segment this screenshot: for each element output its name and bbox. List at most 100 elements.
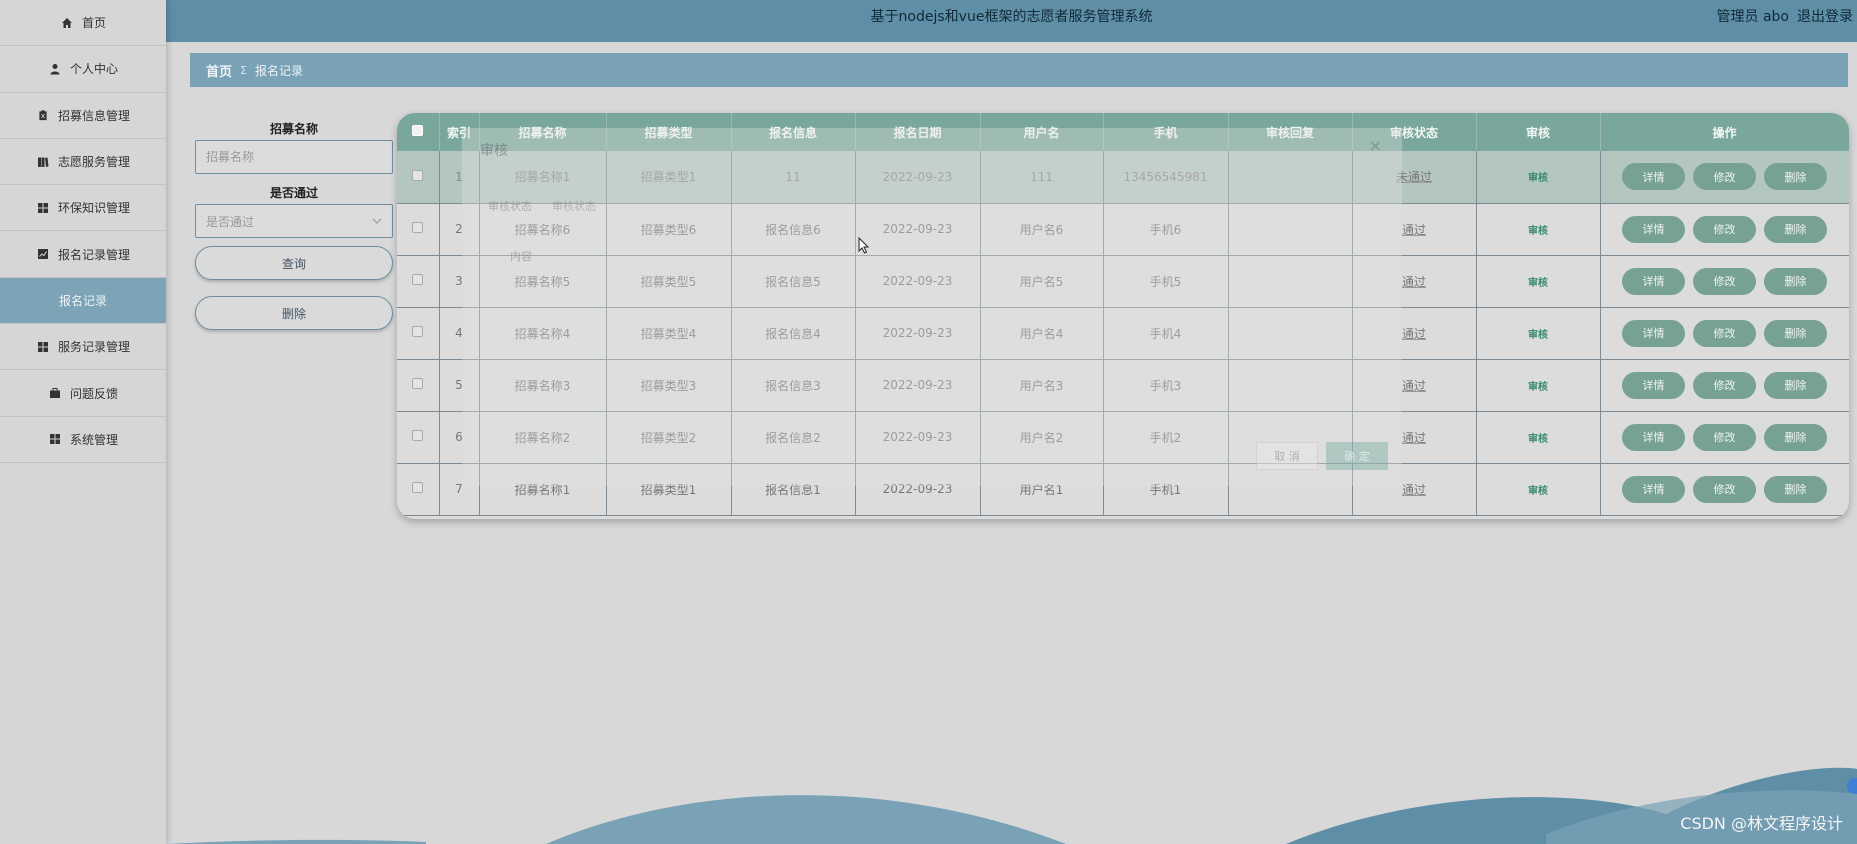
sidebar-item-9[interactable]: 系统管理 xyxy=(0,417,166,463)
sidebar-item-3[interactable]: 志愿服务管理 xyxy=(0,139,166,186)
detail-button[interactable]: 详情 xyxy=(1622,163,1685,191)
edit-button[interactable]: 修改 xyxy=(1693,423,1756,451)
detail-button[interactable]: 详情 xyxy=(1622,475,1685,503)
user-area: 管理员 abo 退出登录 xyxy=(1717,0,1853,34)
sidebar-item-label: 招募信息管理 xyxy=(57,108,130,123)
edit-button[interactable]: 修改 xyxy=(1693,267,1756,295)
row-checkbox[interactable] xyxy=(397,359,440,412)
grid-icon xyxy=(36,201,50,215)
row-delete-button[interactable]: 删除 xyxy=(1764,371,1827,399)
detail-button[interactable]: 详情 xyxy=(1622,371,1685,399)
sidebar-item-4[interactable]: 环保知识管理 xyxy=(0,185,166,232)
breadcrumb-current: 报名记录 xyxy=(254,63,303,78)
sidebar-item-7[interactable]: 服务记录管理 xyxy=(0,324,166,371)
table-cell[interactable]: 审核 xyxy=(1476,255,1601,308)
chevron-down-icon xyxy=(372,218,382,224)
column-header: 操作 xyxy=(1600,113,1849,151)
sidebar-item-label: 报名记录 xyxy=(58,293,107,308)
dialog-ok-button[interactable]: 确 定 xyxy=(1326,442,1388,470)
dialog-status-select[interactable]: 审核状态 xyxy=(552,198,596,214)
cell-audit[interactable]: 审核 xyxy=(1528,486,1548,497)
logout-link[interactable]: 退出登录 xyxy=(1797,0,1853,34)
briefcase-icon xyxy=(48,386,62,400)
clipboard-icon xyxy=(36,108,50,122)
row-delete-button[interactable]: 删除 xyxy=(1764,163,1827,191)
detail-button[interactable]: 详情 xyxy=(1622,319,1685,347)
edit-button[interactable]: 修改 xyxy=(1693,475,1756,503)
pass-label: 是否通过 xyxy=(269,186,318,200)
decorative-waves xyxy=(166,767,1857,844)
grid-icon xyxy=(36,340,50,354)
sidebar-item-label: 报名记录管理 xyxy=(57,247,130,262)
cell-audit[interactable]: 审核 xyxy=(1528,330,1548,341)
breadcrumb: 首页 Σ 报名记录 xyxy=(190,53,1848,87)
select-all-checkbox[interactable] xyxy=(397,113,440,151)
row-actions: 详情 修改 删除 xyxy=(1600,151,1849,204)
system-title: 基于nodejs和vue框架的志愿者服务管理系统 xyxy=(870,9,1153,25)
sidebar-item-label: 服务记录管理 xyxy=(57,340,130,355)
edit-button[interactable]: 修改 xyxy=(1693,319,1756,347)
book-icon xyxy=(36,155,50,169)
name-search-input[interactable] xyxy=(195,140,393,174)
row-actions: 详情 修改 删除 xyxy=(1600,255,1849,308)
user-label: 管理员 abo xyxy=(1716,9,1789,25)
sidebar-item-1[interactable]: 个人中心 xyxy=(0,46,166,93)
row-actions: 详情 修改 删除 xyxy=(1600,359,1849,412)
cell-status: 通过 xyxy=(1401,482,1426,497)
sidebar-item-2[interactable]: 招募信息管理 xyxy=(0,93,166,139)
row-delete-button[interactable]: 删除 xyxy=(1764,319,1827,347)
cell-audit[interactable]: 审核 xyxy=(1528,226,1548,237)
query-button[interactable]: 查询 xyxy=(195,246,393,280)
cell-status: 通过 xyxy=(1401,274,1426,289)
row-delete-button[interactable]: 删除 xyxy=(1764,475,1827,503)
row-delete-button[interactable]: 删除 xyxy=(1764,267,1827,295)
row-checkbox[interactable] xyxy=(397,463,440,516)
sidebar-item-5[interactable]: 报名记录管理 xyxy=(0,231,166,278)
name-label: 招募名称 xyxy=(269,122,318,136)
dialog-title: 审核 xyxy=(480,143,508,159)
cell-status: 通过 xyxy=(1401,222,1426,237)
table-cell[interactable]: 审核 xyxy=(1476,307,1601,360)
chart-icon xyxy=(36,247,50,261)
cell-audit[interactable]: 审核 xyxy=(1528,434,1548,445)
row-checkbox[interactable] xyxy=(397,307,440,360)
search-panel: 招募名称 是否通过 是否通过 查询 删除 xyxy=(195,118,393,330)
cell-status: 通过 xyxy=(1401,378,1426,393)
dialog-cancel-button[interactable]: 取 消 xyxy=(1256,442,1318,470)
pass-select[interactable]: 是否通过 xyxy=(195,204,393,238)
close-icon[interactable]: × xyxy=(1369,136,1382,155)
detail-button[interactable]: 详情 xyxy=(1622,423,1685,451)
user-icon xyxy=(48,62,62,76)
detail-button[interactable]: 详情 xyxy=(1622,215,1685,243)
edit-button[interactable]: 修改 xyxy=(1693,371,1756,399)
cell-audit[interactable]: 审核 xyxy=(1528,382,1548,393)
cell-status: 通过 xyxy=(1401,326,1426,341)
edit-button[interactable]: 修改 xyxy=(1693,163,1756,191)
sidebar-item-8[interactable]: 问题反馈 xyxy=(0,370,166,417)
row-checkbox[interactable] xyxy=(397,151,440,204)
delete-button[interactable]: 删除 xyxy=(195,296,393,330)
row-checkbox[interactable] xyxy=(397,411,440,464)
dialog-status-label: 审核状态 xyxy=(488,200,532,213)
row-checkbox[interactable] xyxy=(397,203,440,256)
edit-button[interactable]: 修改 xyxy=(1693,215,1756,243)
cell-audit[interactable]: 审核 xyxy=(1528,278,1548,289)
sidebar-item-6[interactable]: 报名记录 xyxy=(0,277,166,325)
row-delete-button[interactable]: 删除 xyxy=(1764,215,1827,243)
detail-button[interactable]: 详情 xyxy=(1622,267,1685,295)
table-cell[interactable]: 审核 xyxy=(1476,203,1601,256)
table-cell[interactable]: 审核 xyxy=(1476,411,1601,464)
watermark: CSDN @林文程序设计 xyxy=(1680,814,1843,833)
cell-audit[interactable]: 审核 xyxy=(1528,173,1548,184)
table-cell[interactable]: 审核 xyxy=(1476,463,1601,516)
cell-status: 通过 xyxy=(1401,430,1426,445)
breadcrumb-home[interactable]: 首页 xyxy=(206,61,232,80)
sidebar-item-0[interactable]: 首页 xyxy=(0,0,166,47)
floating-dot xyxy=(1847,778,1857,794)
table-cell[interactable]: 审核 xyxy=(1476,151,1601,204)
row-delete-button[interactable]: 删除 xyxy=(1764,423,1827,451)
row-checkbox[interactable] xyxy=(397,255,440,308)
sidebar-item-label: 个人中心 xyxy=(69,62,118,77)
column-header: 审核 xyxy=(1476,113,1601,151)
table-cell[interactable]: 审核 xyxy=(1476,359,1601,412)
